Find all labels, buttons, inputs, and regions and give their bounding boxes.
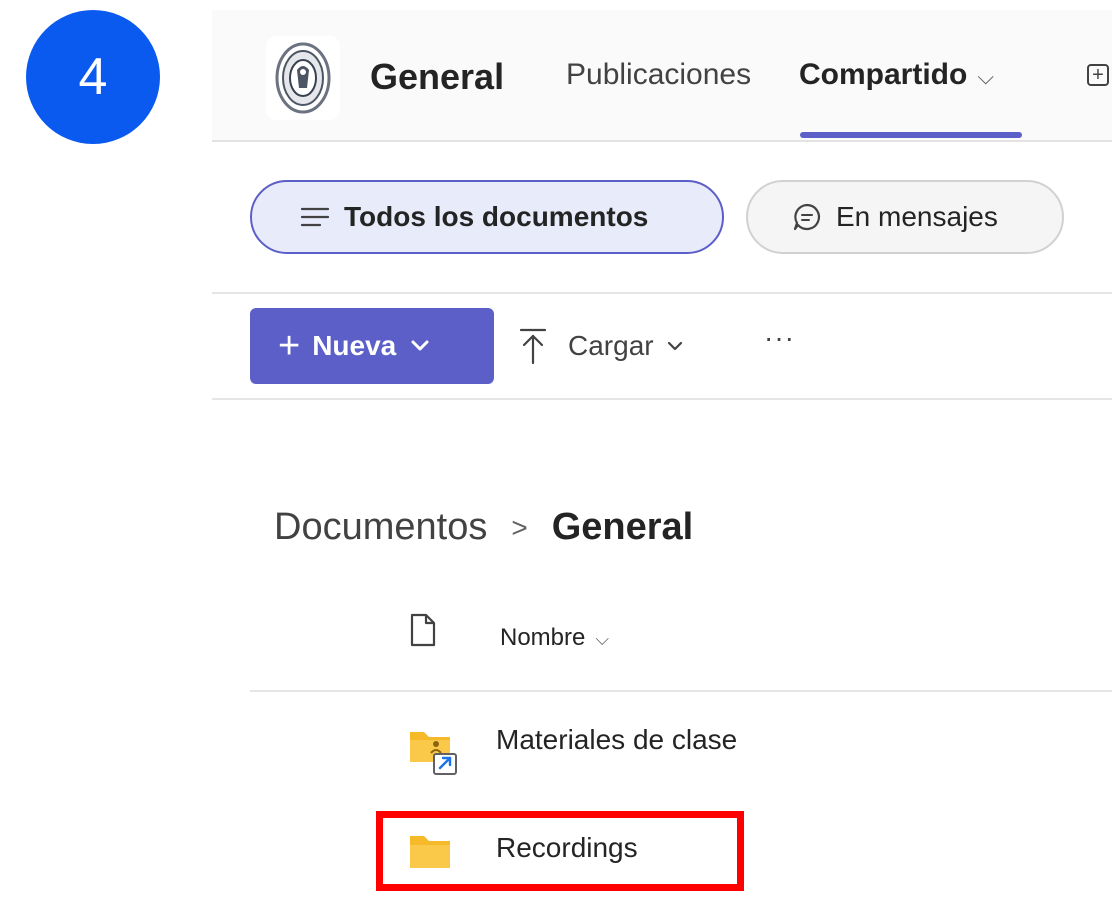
upload-button[interactable]: Cargar — [518, 318, 684, 374]
step-number: 4 — [78, 48, 108, 106]
channel-header: General Publicaciones Compartido ⌵ + — [212, 10, 1112, 142]
tab-compartido[interactable]: Compartido ⌵ — [799, 58, 994, 92]
upload-button-label: Cargar — [568, 330, 654, 361]
chevron-down-icon — [410, 339, 430, 353]
team-crest-icon — [275, 42, 331, 114]
document-icon — [410, 613, 436, 647]
tab-publicaciones[interactable]: Publicaciones — [566, 58, 751, 92]
filter-all-documents[interactable]: Todos los documentos — [250, 180, 724, 254]
team-logo[interactable] — [266, 36, 340, 120]
name-column-header[interactable]: Nombre ⌵ — [500, 624, 609, 652]
tutorial-page: 4 General Publicaciones Compartido ⌵ + T… — [0, 0, 1112, 897]
recordings-highlight-box — [376, 811, 744, 891]
new-button-label: Nueva — [312, 330, 397, 361]
filter-label: En mensajes — [836, 201, 998, 232]
list-item[interactable]: Materiales de clase ≫ — [250, 700, 1112, 790]
chat-bubble-icon — [792, 202, 822, 232]
chevron-down-icon: ⌵ — [595, 629, 610, 649]
divider — [250, 690, 1112, 692]
filter-label: Todos los documentos — [344, 201, 649, 232]
tab-label: Compartido — [799, 58, 968, 91]
chevron-down-icon: ⌵ — [977, 64, 995, 89]
breadcrumb-current: General — [551, 506, 694, 548]
more-options-button[interactable]: ··· — [764, 322, 795, 354]
shared-folder-icon — [408, 722, 460, 781]
channel-name: General — [370, 56, 505, 97]
chevron-right-icon: > — [511, 511, 528, 543]
teams-files-screenshot: General Publicaciones Compartido ⌵ + Todo… — [212, 0, 1112, 897]
add-tab-icon[interactable]: + — [1087, 64, 1109, 86]
breadcrumb-documentos[interactable]: Documentos — [274, 506, 487, 549]
tab-label: Publicaciones — [566, 58, 752, 91]
chevron-down-icon — [666, 340, 684, 352]
divider — [212, 292, 1112, 294]
file-name: Materiales de clase — [496, 724, 738, 755]
upload-arrow-icon — [518, 327, 548, 365]
divider — [212, 398, 1112, 400]
plus-icon: + — [278, 325, 301, 367]
breadcrumb: Documentos > General — [274, 506, 693, 549]
column-label: Nombre — [500, 624, 586, 651]
new-button[interactable]: + Nueva — [250, 308, 494, 384]
step-number-badge: 4 — [26, 10, 160, 144]
file-type-column-header[interactable] — [408, 612, 438, 648]
filter-in-messages[interactable]: En mensajes — [746, 180, 1064, 254]
selected-tab-indicator — [800, 132, 1022, 138]
filter-lines-icon — [300, 205, 330, 229]
